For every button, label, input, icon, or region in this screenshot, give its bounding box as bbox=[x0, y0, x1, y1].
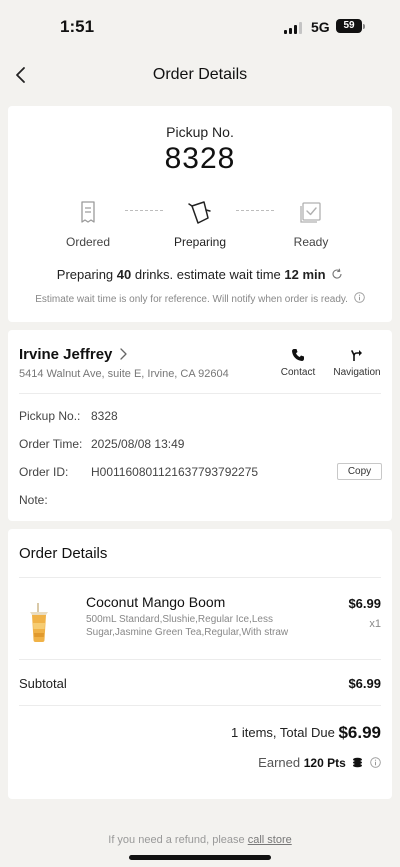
subtotal-value: $6.99 bbox=[348, 676, 381, 691]
item-price: $6.99 bbox=[348, 596, 381, 611]
order-details-heading: Order Details bbox=[19, 545, 108, 562]
order-id-value: H001160801121637793792275 bbox=[91, 465, 259, 479]
refresh-icon[interactable] bbox=[331, 268, 343, 280]
status-bar: 1:51 5G 59 bbox=[0, 0, 400, 52]
total-due: 1 items, Total Due $6.99 bbox=[231, 723, 381, 743]
order-id-label: Order ID: bbox=[19, 465, 69, 479]
contact-label: Contact bbox=[280, 367, 316, 378]
earned-points-value: 120 Pts bbox=[303, 756, 346, 770]
wait-note: Estimate wait time is only for reference… bbox=[8, 292, 392, 305]
wait-minutes: 12 min bbox=[284, 267, 326, 282]
refund-note: If you need a refund, please call store bbox=[0, 834, 400, 846]
step-ordered: Ordered bbox=[43, 198, 133, 249]
step-ready: Ready bbox=[266, 198, 356, 249]
wait-note-text: Estimate wait time is only for reference… bbox=[35, 294, 348, 305]
info-icon[interactable] bbox=[353, 292, 365, 303]
page-title: Order Details bbox=[152, 66, 248, 83]
status-time: 1:51 bbox=[60, 17, 95, 36]
pickup-card: Pickup No. 8328 Ordered Preparing Ready … bbox=[8, 106, 392, 322]
divider bbox=[19, 393, 381, 394]
order-id-row: Order ID: H001160801121637793792275 bbox=[19, 465, 258, 479]
info-icon[interactable] bbox=[370, 757, 381, 768]
pickup-no-value: 8328 bbox=[91, 409, 118, 423]
pickup-label: Pickup No. bbox=[166, 124, 234, 140]
subtotal-label: Subtotal bbox=[19, 676, 67, 691]
drink-image bbox=[30, 603, 48, 642]
battery-icon: 59 bbox=[336, 19, 362, 33]
step-preparing: Preparing bbox=[155, 198, 245, 249]
note-label: Note: bbox=[19, 493, 48, 507]
battery-level: 59 bbox=[343, 20, 355, 31]
order-time-row: Order Time: 2025/08/08 13:49 bbox=[19, 437, 184, 451]
pitcher-icon bbox=[188, 201, 211, 224]
call-store-link[interactable]: call store bbox=[248, 834, 292, 846]
wait-prefix: Preparing bbox=[56, 267, 117, 282]
earned-prefix: Earned bbox=[258, 755, 304, 770]
refund-text: If you need a refund, please bbox=[108, 834, 248, 846]
coins-icon bbox=[353, 757, 363, 768]
ready-check-icon bbox=[300, 202, 321, 223]
navigation-button[interactable]: Navigation bbox=[332, 348, 382, 378]
battery-cap bbox=[363, 24, 365, 29]
divider bbox=[19, 659, 381, 660]
total-prefix: 1 items, Total Due bbox=[231, 725, 339, 740]
navigation-icon bbox=[351, 350, 362, 361]
earned-points: Earned 120 Pts bbox=[258, 755, 381, 770]
store-name[interactable]: Irvine Jeffrey bbox=[19, 346, 112, 363]
wait-status: Preparing 40 drinks. estimate wait time … bbox=[8, 267, 392, 282]
step-label-preparing: Preparing bbox=[173, 235, 227, 249]
contact-button[interactable]: Contact bbox=[278, 348, 318, 378]
item-name: Coconut Mango Boom bbox=[86, 594, 226, 610]
divider bbox=[19, 577, 381, 578]
chevron-right-icon[interactable] bbox=[118, 347, 128, 361]
store-address: 5414 Walnut Ave, suite E, Irvine, CA 926… bbox=[19, 368, 229, 380]
item-quantity: x1 bbox=[369, 618, 381, 630]
store-card: Irvine Jeffrey 5414 Walnut Ave, suite E,… bbox=[8, 330, 392, 521]
receipt-icon bbox=[81, 201, 95, 223]
navigation-label: Navigation bbox=[333, 367, 381, 378]
order-time-label: Order Time: bbox=[19, 437, 83, 451]
pickup-no-label: Pickup No.: bbox=[19, 409, 81, 423]
nav-bar: Order Details bbox=[0, 52, 400, 98]
signal-icon bbox=[284, 22, 304, 34]
note-row: Note: bbox=[19, 493, 91, 507]
order-details-card: Order Details Coconut Mango Boom 500mL S… bbox=[8, 529, 392, 799]
phone-icon bbox=[292, 349, 304, 361]
total-value: $6.99 bbox=[338, 723, 381, 742]
network-type: 5G bbox=[311, 19, 330, 35]
pickup-number: 8328 bbox=[164, 142, 236, 175]
home-indicator[interactable] bbox=[129, 855, 271, 860]
drinks-count: 40 bbox=[116, 267, 132, 282]
item-description: 500mL Standard,Slushie,Regular Ice,Less … bbox=[86, 614, 289, 638]
wait-middle: drinks. estimate wait time bbox=[131, 267, 285, 282]
copy-button[interactable]: Copy bbox=[337, 463, 382, 480]
step-label-ordered: Ordered bbox=[65, 235, 111, 249]
divider bbox=[19, 705, 381, 706]
order-time-value: 2025/08/08 13:49 bbox=[91, 437, 185, 451]
pickup-no-row: Pickup No.: 8328 bbox=[19, 409, 118, 423]
step-label-ready: Ready bbox=[293, 235, 329, 249]
